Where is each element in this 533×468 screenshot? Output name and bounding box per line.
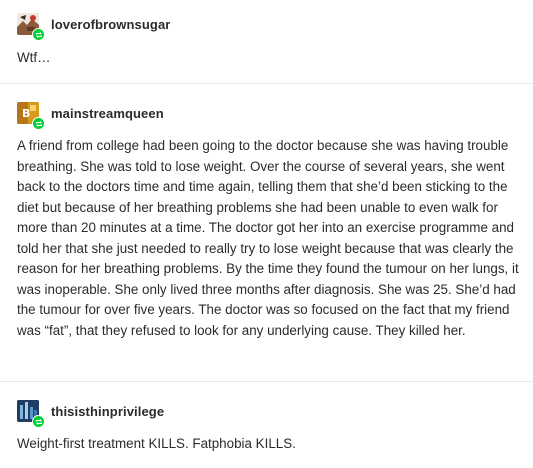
post-text: Wtf…: [17, 50, 51, 65]
avatar[interactable]: [17, 400, 45, 428]
username-link[interactable]: loverofbrownsugar: [51, 17, 170, 32]
reblog-icon: [32, 117, 45, 130]
post-divider: [0, 381, 533, 382]
avatar[interactable]: B: [17, 102, 45, 130]
post-header: B mainstreamqueen: [17, 102, 164, 130]
post-text: Weight-first treatment KILLS. Fatphobia …: [17, 436, 296, 451]
avatar[interactable]: [17, 13, 45, 41]
username-link[interactable]: mainstreamqueen: [51, 106, 164, 121]
post-text: A friend from college had been going to …: [17, 138, 519, 338]
svg-text:B: B: [22, 107, 30, 120]
post-header: loverofbrownsugar: [17, 13, 170, 41]
reblog-icon: [32, 28, 45, 41]
post-divider: [0, 83, 533, 84]
post-header: thisisthinprivilege: [17, 400, 164, 428]
username-link[interactable]: thisisthinprivilege: [51, 404, 164, 419]
reblog-icon: [32, 415, 45, 428]
